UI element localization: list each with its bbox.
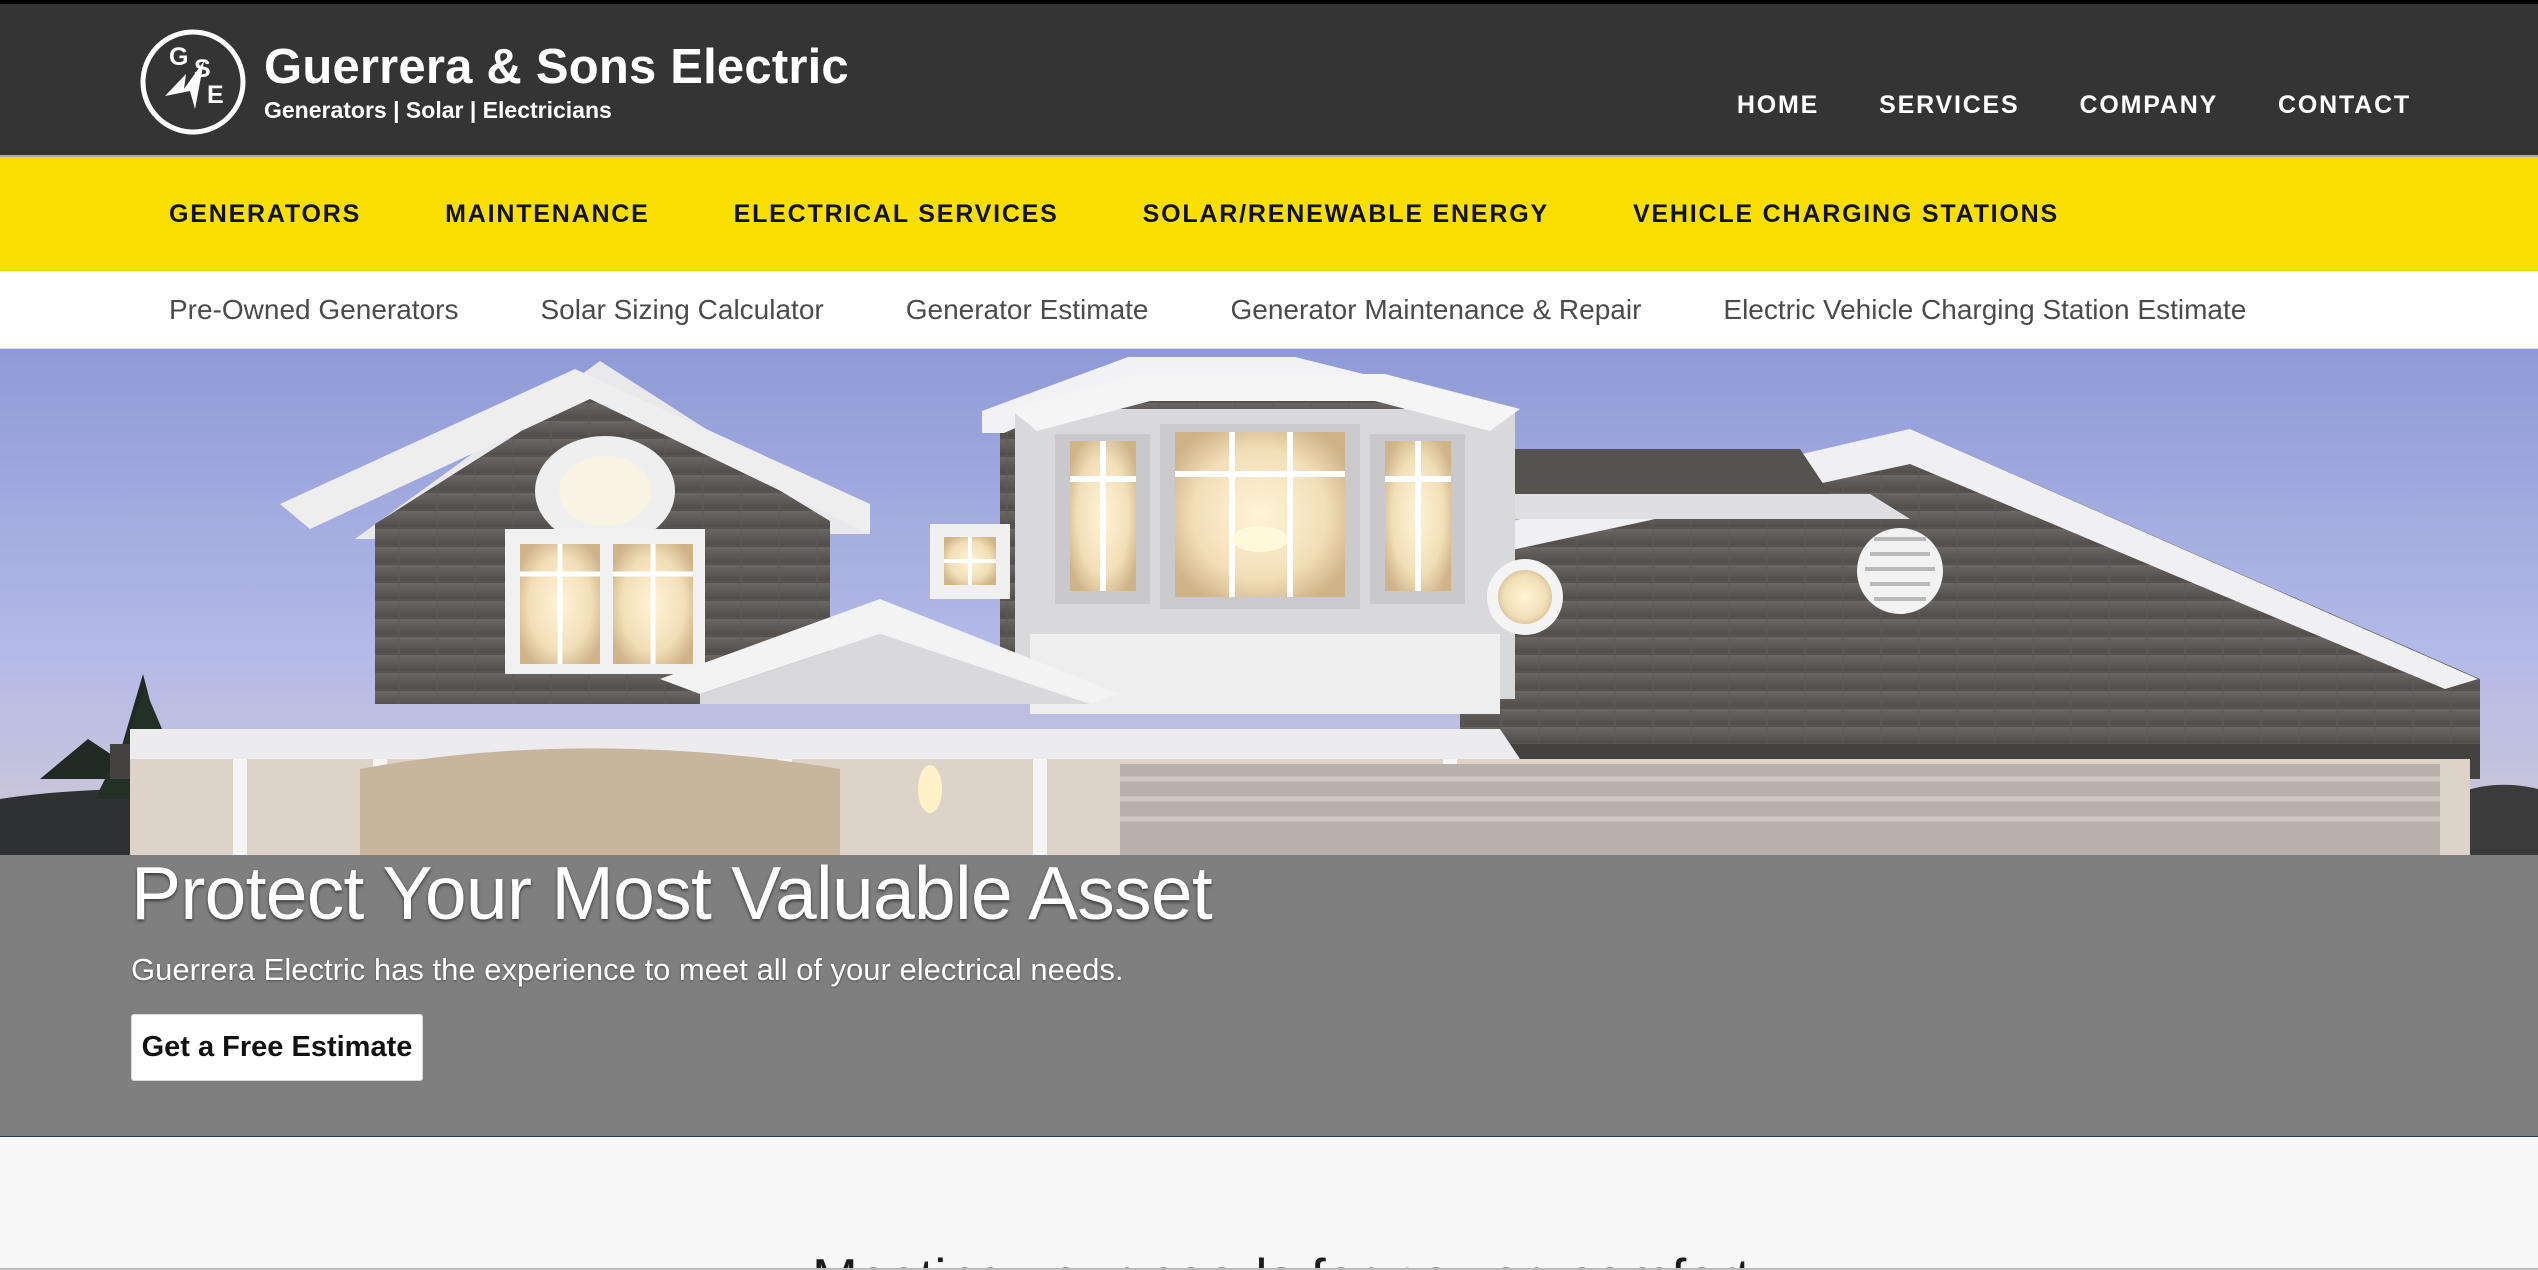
brand-home-link[interactable]: G S E Guerrera & Sons Electric Generator… [138, 26, 849, 138]
free-estimate-button[interactable]: Get a Free Estimate [131, 1014, 423, 1081]
subnav-pre-owned-generators-link[interactable]: Pre-Owned Generators [169, 294, 458, 326]
nav-company-link[interactable]: COMPANY [2080, 91, 2219, 120]
logo-letter-s: S [194, 55, 211, 83]
hero-banner: Protect Your Most Valuable Asset Guerrer… [0, 349, 2538, 1137]
brand-text: Guerrera & Sons Electric Generators | So… [264, 39, 849, 123]
nav-home-link[interactable]: HOME [1737, 91, 1819, 120]
subnav-generator-estimate-link[interactable]: Generator Estimate [906, 294, 1149, 326]
gse-lightning-logo-icon: G S E [140, 29, 246, 135]
category-navigation: GENERATORS MAINTENANCE ELECTRICAL SERVIC… [0, 157, 2538, 271]
hero-subtitle: Guerrera Electric has the experience to … [131, 952, 1124, 987]
top-header: G S E Guerrera & Sons Electric Generator… [0, 0, 2538, 157]
subnav-ev-charging-station-estimate-link[interactable]: Electric Vehicle Charging Station Estima… [1723, 294, 2246, 326]
subnav-generator-maintenance-repair-link[interactable]: Generator Maintenance & Repair [1231, 294, 1642, 326]
nav-services-link[interactable]: SERVICES [1879, 91, 2019, 120]
category-maintenance-link[interactable]: MAINTENANCE [445, 200, 650, 229]
category-vehicle-charging-stations-link[interactable]: VEHICLE CHARGING STATIONS [1633, 200, 2059, 229]
hero-title: Protect Your Most Valuable Asset [131, 851, 1213, 935]
subnav-solar-sizing-calculator-link[interactable]: Solar Sizing Calculator [540, 294, 823, 326]
category-electrical-services-link[interactable]: ELECTRICAL SERVICES [734, 200, 1059, 229]
category-generators-link[interactable]: GENERATORS [169, 200, 361, 229]
site-tagline: Generators | Solar | Electricians [264, 96, 612, 123]
page: G S E Guerrera & Sons Electric Generator… [0, 0, 2538, 1270]
house-hero-image [0, 349, 2538, 855]
site-title: Guerrera & Sons Electric [264, 39, 849, 94]
logo-letter-e: E [207, 81, 224, 109]
logo-letter-g: G [169, 43, 188, 71]
section-heading-partial: Meeting your needs for power, comfort [812, 1246, 1751, 1270]
secondary-navigation: Pre-Owned Generators Solar Sizing Calcul… [0, 271, 2538, 349]
intro-section: Meeting your needs for power, comfort [0, 1137, 2538, 1270]
category-solar-renewable-energy-link[interactable]: SOLAR/RENEWABLE ENERGY [1143, 200, 1549, 229]
main-navigation: HOME SERVICES COMPANY CONTACT [1737, 91, 2411, 120]
nav-contact-link[interactable]: CONTACT [2278, 91, 2411, 120]
